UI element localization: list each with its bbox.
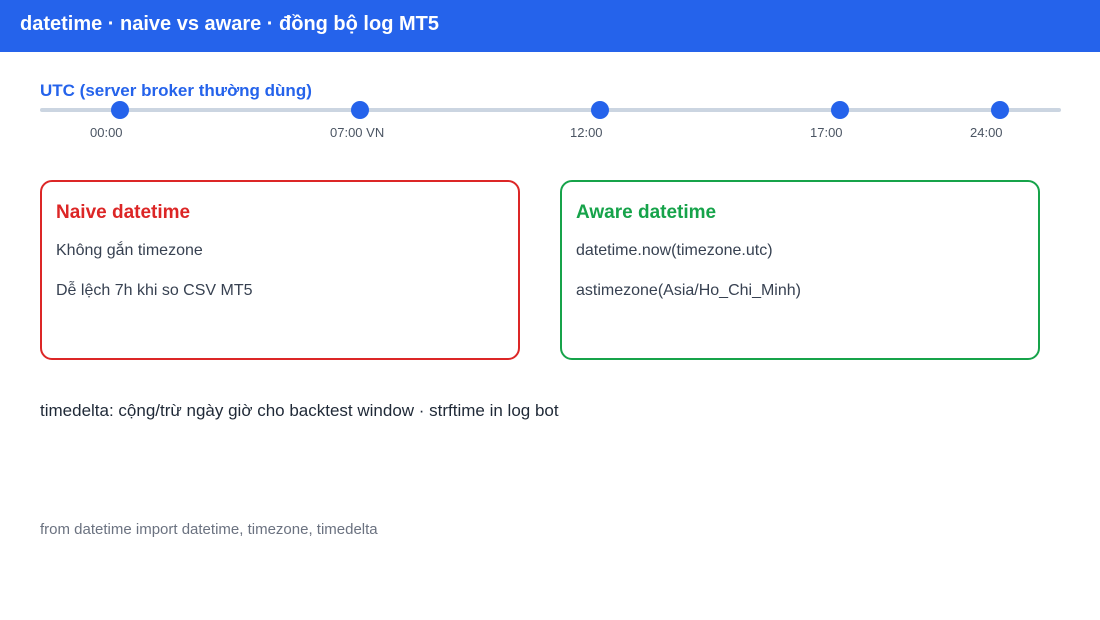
import-statement: from datetime import datetime, timezone,… — [40, 521, 378, 538]
naive-card-title: Naive datetime — [56, 202, 191, 223]
timeline-dot-1700 — [831, 101, 849, 119]
aware-card-line: astimezone(Asia/Ho_Chi_Minh) — [576, 282, 801, 299]
timeline-label-2400: 24:00 — [970, 125, 1003, 140]
timeline-label-0700-vn: 07:00 VN — [330, 125, 385, 140]
naive-datetime-card: Naive datetime Không gắn timezone Dễ lệc… — [40, 180, 520, 360]
timeline-dot-2400 — [991, 101, 1009, 119]
timeline-label-1200: 12:00 — [570, 125, 603, 140]
aware-datetime-card: Aware datetime datetime.now(timezone.utc… — [560, 180, 1040, 360]
page-title: datetime · naive vs aware · đồng bộ log … — [20, 13, 439, 35]
timeline-dot-1200 — [591, 101, 609, 119]
timeline-label-0000: 00:00 — [90, 125, 123, 140]
timedelta-summary: timedelta: cộng/trừ ngày giờ cho backtes… — [40, 401, 559, 420]
timeline-dot-0000 — [111, 101, 129, 119]
timeline-track — [40, 108, 1061, 112]
aware-card-title: Aware datetime — [576, 202, 717, 223]
header-bar: datetime · naive vs aware · đồng bộ log … — [0, 0, 1100, 52]
aware-card-line: datetime.now(timezone.utc) — [576, 242, 773, 259]
timeline-dot-0700-vn — [351, 101, 369, 119]
naive-card-line: Không gắn timezone — [56, 242, 203, 259]
timeline-title: UTC (server broker thường dùng) — [40, 81, 312, 100]
naive-card-line: Dễ lệch 7h khi so CSV MT5 — [56, 282, 253, 299]
timeline-label-1700: 17:00 — [810, 125, 843, 140]
